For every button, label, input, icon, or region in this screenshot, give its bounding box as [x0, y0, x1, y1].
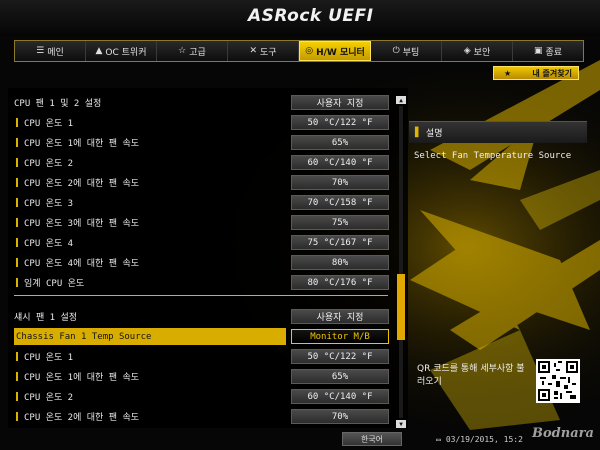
scroll-track[interactable]	[399, 106, 403, 418]
header-bar: ASRock UEFI	[0, 0, 600, 36]
shield-icon: ◈	[463, 46, 471, 56]
tab-label: H/W 모니터	[316, 47, 365, 58]
setting-label: 임계 CPU 온도	[24, 279, 85, 289]
setting-label: Chassis Fan 1 Temp Source	[16, 331, 152, 342]
datetime-display: ▭ 03/19/2015, 15:2	[436, 432, 523, 446]
tab-hw-monitor[interactable]: ◎ H/W 모니터	[299, 41, 371, 61]
setting-label: CPU 온도 1에 대한 팬 속도	[24, 373, 140, 383]
clock-icon: ▭	[436, 434, 441, 444]
language-button[interactable]: 한국어	[342, 432, 402, 446]
help-header: ▌ 설명	[409, 121, 587, 143]
setting-label: CPU 온도 2	[24, 159, 74, 169]
my-favorites-button[interactable]: ★ 내 즐겨찾기	[493, 66, 579, 80]
scroll-thumb[interactable]	[397, 274, 405, 340]
datetime-text: 03/19/2015, 15:2	[445, 434, 523, 444]
settings-scrollbar[interactable]: ▲ ▼	[396, 96, 406, 428]
setting-value[interactable]: 65%	[291, 369, 389, 384]
help-panel: ▌ 설명 Select Fan Temperature Source QR 코드…	[409, 121, 587, 403]
setting-label: CPU 온도 2에 대한 팬 속도	[24, 413, 140, 423]
exit-icon: ▣	[533, 46, 543, 56]
tab-label: 도구	[259, 47, 277, 58]
setting-label: CPU 온도 2에 대한 팬 속도	[24, 179, 140, 189]
setting-value[interactable]: 75%	[291, 215, 389, 230]
setting-value[interactable]: 60 °C/140 °F	[291, 389, 389, 404]
setting-value-selected[interactable]: Monitor M/B	[291, 329, 389, 344]
setting-value[interactable]: 50 °C/122 °F	[291, 349, 389, 364]
my-favorites-label: 내 즐겨찾기	[532, 68, 572, 78]
tab-main[interactable]: ☰ 메인	[15, 41, 86, 61]
setting-value[interactable]: 80%	[291, 255, 389, 270]
setting-label: 섀시 팬 1 설정	[14, 313, 78, 323]
main-tab-bar: ☰ 메인 ▲ OC 트위커 ☆ 고급 ✕ 도구 ◎ H/W 모니터 ⏻ 부팅 ◈ 보안 ▣ 종료	[14, 40, 584, 62]
tab-exit[interactable]: ▣ 종료	[513, 41, 583, 61]
tab-label: 부팅	[402, 47, 420, 58]
tab-label: 고급	[189, 47, 206, 58]
footer-bar: 한국어 ▭ 03/19/2015, 15:2	[0, 428, 600, 450]
setting-value[interactable]: 70 °C/158 °F	[291, 195, 389, 210]
help-description: Select Fan Temperature Source	[414, 151, 572, 161]
help-title: 설명	[425, 129, 443, 139]
setting-label: CPU 팬 1 및 2 설정	[14, 99, 102, 109]
setting-value[interactable]: 70%	[291, 175, 389, 190]
power-icon: ⏻	[392, 46, 400, 56]
qr-caption: QR 코드를 통해 세부사항 불러오기	[417, 364, 525, 387]
tools-icon: ✕	[249, 46, 257, 56]
list-icon: ☰	[36, 46, 45, 56]
setting-label: CPU 온도 2	[24, 393, 74, 403]
setting-value[interactable]: 60 °C/140 °F	[291, 155, 389, 170]
scroll-down-arrow-icon[interactable]: ▼	[396, 420, 406, 428]
qr-code-image	[538, 361, 578, 401]
watermark-logo: Bodnara	[532, 426, 594, 441]
info-bar-icon: ▌	[415, 127, 422, 138]
tab-boot[interactable]: ⏻ 부팅	[371, 41, 442, 61]
monitor-icon: ◎	[305, 46, 314, 56]
tab-label: OC 트위커	[105, 47, 147, 58]
setting-label: CPU 온도 4	[24, 239, 74, 249]
tab-tools[interactable]: ✕ 도구	[228, 41, 299, 61]
star-icon: ☆	[178, 46, 187, 56]
setting-value[interactable]: 70%	[291, 409, 389, 424]
setting-label: CPU 온도 1에 대한 팬 속도	[24, 139, 140, 149]
setting-value[interactable]: 사용자 지정	[291, 309, 389, 324]
tab-label: 종료	[545, 47, 563, 58]
tab-security[interactable]: ◈ 보안	[442, 41, 513, 61]
tab-advanced[interactable]: ☆ 고급	[157, 41, 228, 61]
setting-label: CPU 온도 1	[24, 119, 74, 129]
setting-label: CPU 온도 1	[24, 353, 74, 363]
star-icon: ★	[504, 69, 512, 78]
section-divider	[14, 295, 388, 296]
brand-logo: ASRock UEFI	[248, 6, 374, 26]
setting-label: CPU 온도 3	[24, 199, 74, 209]
setting-value[interactable]: 50 °C/122 °F	[291, 115, 389, 130]
setting-value[interactable]: 80 °C/176 °F	[291, 275, 389, 290]
setting-value[interactable]: 75 °C/167 °F	[291, 235, 389, 250]
rocket-icon: ▲	[95, 46, 103, 56]
setting-value[interactable]: 사용자 지정	[291, 95, 389, 110]
setting-row-selected[interactable]: Chassis Fan 1 Temp Source	[14, 328, 286, 345]
qr-code[interactable]	[536, 359, 580, 403]
settings-panel: CPU 팬 1 및 2 설정 사용자 지정 CPU 온도 1 50 °C/122…	[8, 88, 408, 428]
tab-label: 보안	[473, 47, 491, 58]
tab-oc-tweaker[interactable]: ▲ OC 트위커	[86, 41, 157, 61]
setting-value[interactable]: 65%	[291, 135, 389, 150]
setting-label: CPU 온도 4에 대한 팬 속도	[24, 259, 140, 269]
tab-label: 메인	[47, 47, 64, 58]
setting-label: CPU 온도 3에 대한 팬 속도	[24, 219, 140, 229]
scroll-up-arrow-icon[interactable]: ▲	[396, 96, 406, 104]
